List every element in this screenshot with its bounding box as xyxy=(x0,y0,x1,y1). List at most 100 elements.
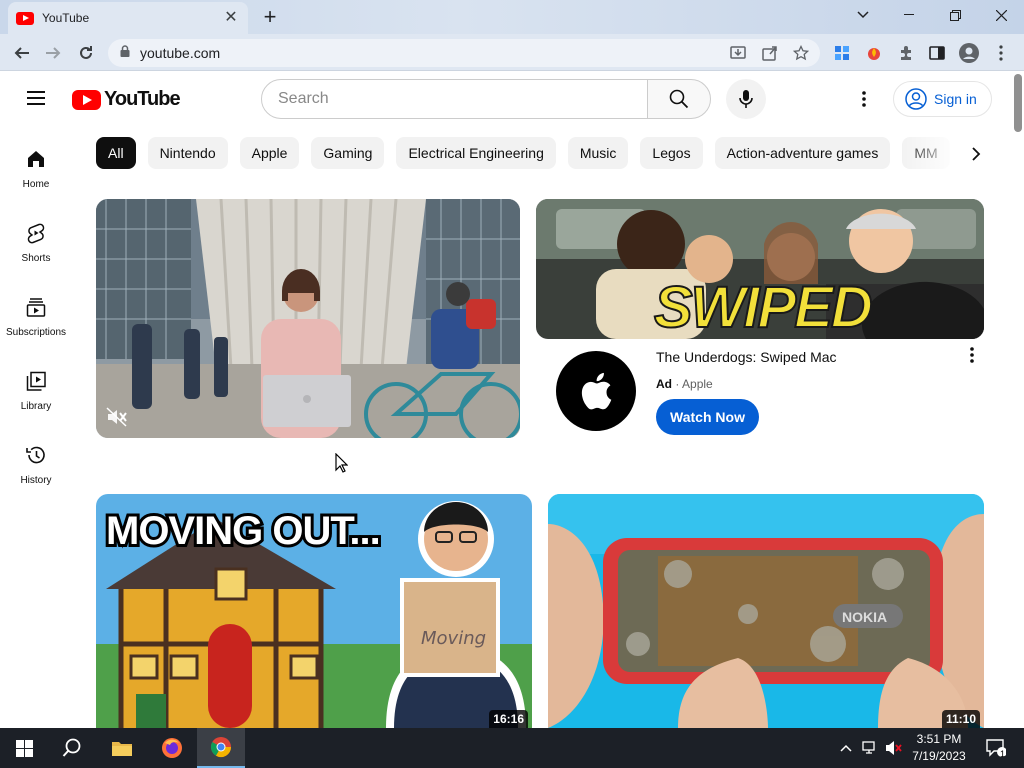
voice-search-button[interactable] xyxy=(726,79,766,119)
video-thumbnail-phone-restore[interactable]: NOKIA 11:10 xyxy=(548,494,984,728)
notification-count: 1 xyxy=(1000,749,1006,759)
browser-menu-icon[interactable] xyxy=(988,40,1014,66)
guide-label-library: Library xyxy=(20,401,52,412)
youtube-favicon-icon xyxy=(16,11,34,25)
guide-item-shorts[interactable]: Shorts xyxy=(0,222,72,296)
ad-thumbnail-image: SWIPED xyxy=(536,199,984,339)
video-preview-player[interactable] xyxy=(96,199,520,438)
ad-thumbnail-text: SWIPED xyxy=(654,275,872,339)
guide-item-library[interactable]: Library xyxy=(0,370,72,444)
phone-restore-thumbnail-image: NOKIA xyxy=(548,494,984,728)
history-icon xyxy=(26,446,45,464)
logo-text: YouTube xyxy=(104,88,181,110)
taskbar-search-icon[interactable] xyxy=(48,728,96,768)
action-center-icon[interactable]: 1 xyxy=(978,728,1014,768)
bookmark-star-icon[interactable] xyxy=(788,40,814,66)
taskbar-clock[interactable]: 3:51 PM 7/19/2023 xyxy=(905,731,973,765)
shorts-icon xyxy=(27,223,45,244)
clock-date: 7/19/2023 xyxy=(912,749,966,763)
video-preview-frame xyxy=(96,199,520,438)
tray-overflow-chevron-icon[interactable] xyxy=(834,728,858,768)
page-scrollbar[interactable] xyxy=(1012,71,1024,728)
watch-now-button[interactable]: Watch Now xyxy=(656,399,759,435)
windows-taskbar: 3:51 PM 7/19/2023 1 xyxy=(0,728,1024,768)
mouse-cursor-icon xyxy=(335,452,349,478)
chip-music[interactable]: Music xyxy=(567,137,629,169)
video-thumbnail-moving-out[interactable]: Moving MOVING OUT... 16:16 xyxy=(96,494,532,728)
forward-arrow-icon[interactable] xyxy=(40,40,66,66)
tab-close-icon[interactable]: ✕ xyxy=(222,9,240,27)
phone-brand-text: NOKIA xyxy=(842,609,887,625)
ad-separator: · xyxy=(675,377,683,391)
browser-toolbar: youtube.com xyxy=(0,34,1024,71)
minimize-button[interactable] xyxy=(886,0,932,30)
back-arrow-icon[interactable] xyxy=(9,40,35,66)
ad-advertiser: Apple xyxy=(682,377,713,391)
moving-out-title-text: MOVING OUT... xyxy=(106,509,380,553)
browser-tabstrip: YouTube ✕ + xyxy=(0,0,1024,34)
volume-muted-icon[interactable] xyxy=(882,728,906,768)
ad-title[interactable]: The Underdogs: Swiped Mac xyxy=(656,349,837,365)
browser-tab-youtube[interactable]: YouTube ✕ xyxy=(8,2,248,34)
firefox-icon[interactable] xyxy=(148,728,196,768)
chip-gaming[interactable]: Gaming xyxy=(311,137,385,169)
home-icon xyxy=(28,151,44,167)
search-icon xyxy=(669,89,689,109)
ad-more-options-icon[interactable] xyxy=(962,345,982,365)
duration-badge: 11:10 xyxy=(941,710,980,728)
sign-in-label: Sign in xyxy=(934,91,977,107)
youtube-logo[interactable]: YouTube xyxy=(72,88,181,111)
box-text: Moving xyxy=(421,628,486,649)
file-explorer-icon[interactable] xyxy=(98,728,146,768)
new-tab-button[interactable]: + xyxy=(258,6,282,30)
extension-blue-icon[interactable] xyxy=(829,40,855,66)
ad-thumbnail[interactable]: SWIPED xyxy=(536,199,984,339)
chip-action-adventure-games[interactable]: Action-adventure games xyxy=(714,137,891,169)
profile-avatar-icon[interactable] xyxy=(956,40,982,66)
side-panel-icon[interactable] xyxy=(924,40,950,66)
install-app-icon[interactable] xyxy=(725,40,751,66)
library-icon xyxy=(26,371,46,391)
chip-fade xyxy=(900,137,960,171)
sign-in-button[interactable]: Sign in xyxy=(893,81,992,117)
chip-bar: All Nintendo Apple Gaming Electrical Eng… xyxy=(96,137,956,171)
lock-icon[interactable] xyxy=(120,44,130,62)
close-window-button[interactable] xyxy=(978,0,1024,30)
chip-legos[interactable]: Legos xyxy=(640,137,703,169)
apple-logo-icon xyxy=(581,372,612,410)
chip-apple[interactable]: Apple xyxy=(239,137,300,169)
tab-title: YouTube xyxy=(42,11,90,25)
muted-speaker-icon[interactable] xyxy=(106,407,128,432)
chip-next-chevron-icon[interactable] xyxy=(964,142,988,166)
chip-electrical-engineering[interactable]: Electrical Engineering xyxy=(396,137,556,169)
guide-item-history[interactable]: History xyxy=(0,444,72,518)
guide-item-subscriptions[interactable]: Subscriptions xyxy=(0,296,72,370)
search-input[interactable] xyxy=(278,90,647,108)
restore-button[interactable] xyxy=(932,0,978,30)
hamburger-menu-icon[interactable] xyxy=(24,88,48,112)
share-icon[interactable] xyxy=(757,40,783,66)
tab-search-icon[interactable] xyxy=(840,0,886,30)
chip-all[interactable]: All xyxy=(96,137,136,169)
youtube-play-icon xyxy=(72,89,101,110)
reload-icon[interactable] xyxy=(73,40,99,66)
youtube-masthead: YouTube Sign in xyxy=(0,71,1012,127)
windows-start-icon[interactable] xyxy=(0,728,48,768)
search-button[interactable] xyxy=(647,79,711,119)
scrollbar-thumb[interactable] xyxy=(1014,74,1022,132)
account-circle-icon xyxy=(905,88,927,110)
advertiser-avatar[interactable] xyxy=(556,351,636,431)
search-box[interactable] xyxy=(261,79,648,119)
extension-fire-icon[interactable] xyxy=(861,40,887,66)
network-icon[interactable] xyxy=(858,728,882,768)
subscriptions-icon xyxy=(26,298,46,317)
extensions-puzzle-icon[interactable] xyxy=(893,40,919,66)
settings-kebab-icon[interactable] xyxy=(852,87,876,111)
address-bar[interactable]: youtube.com xyxy=(108,39,820,67)
chrome-taskbar-icon[interactable] xyxy=(197,728,245,768)
clock-time: 3:51 PM xyxy=(916,732,962,746)
ad-badge: Ad xyxy=(656,377,672,391)
guide-label-home: Home xyxy=(22,179,50,190)
chip-nintendo[interactable]: Nintendo xyxy=(147,137,228,169)
guide-item-home[interactable]: Home xyxy=(0,148,72,222)
